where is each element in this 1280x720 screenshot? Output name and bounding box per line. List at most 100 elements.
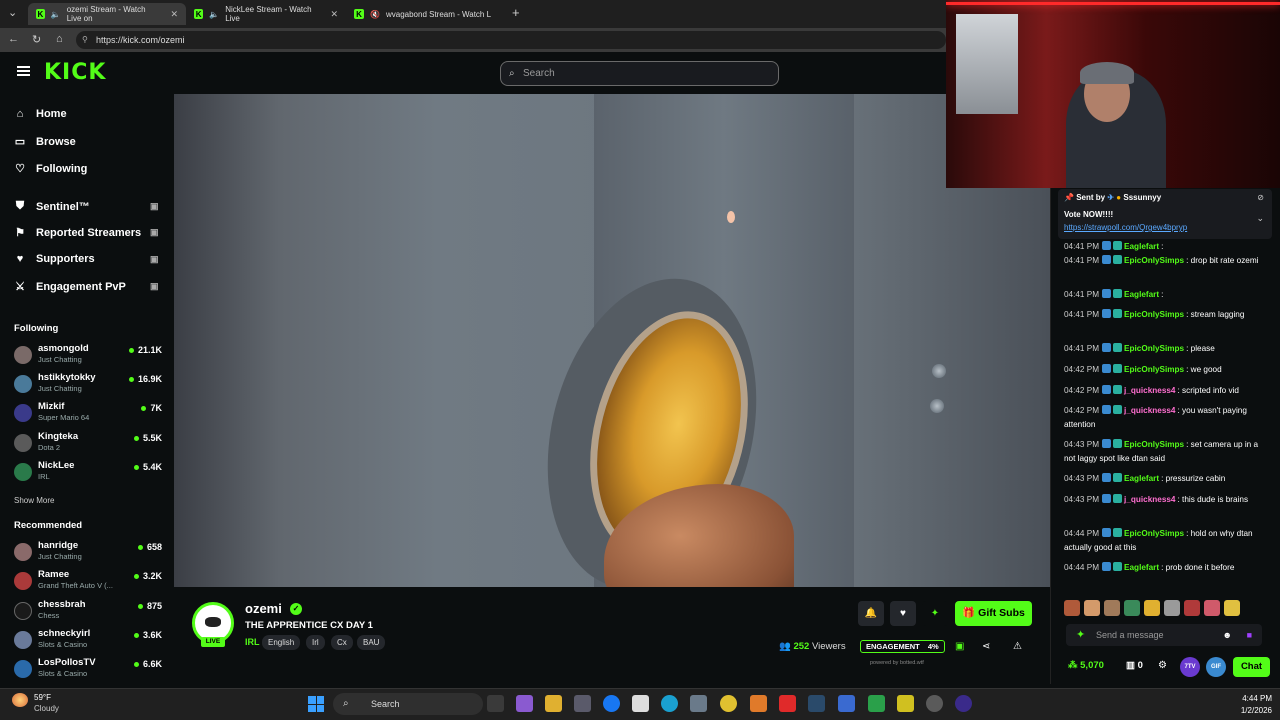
emote[interactable] bbox=[1064, 600, 1080, 616]
chat-username[interactable]: EpicOnlySimps bbox=[1124, 256, 1184, 265]
back-icon[interactable]: ← bbox=[8, 33, 19, 45]
task-view-icon[interactable] bbox=[487, 695, 504, 712]
hamburger-menu-icon[interactable] bbox=[17, 66, 30, 76]
vlc-icon[interactable] bbox=[750, 695, 767, 712]
emote[interactable] bbox=[1224, 600, 1240, 616]
app-icon[interactable] bbox=[955, 695, 972, 712]
chat-username[interactable]: EpicOnlySimps bbox=[1124, 440, 1184, 449]
channel-points[interactable]: ⁂ 5,070 bbox=[1068, 660, 1104, 671]
weather-icon[interactable] bbox=[12, 693, 28, 707]
sidebar-item-browse[interactable]: ▭ Browse bbox=[14, 135, 76, 149]
following-channel-hstikkytokky[interactable]: hstikkytokky Just Chatting 16.9K bbox=[14, 370, 164, 398]
recommended-channel-chessbrah[interactable]: chessbrah Chess 875 bbox=[14, 597, 164, 625]
xbox-icon[interactable] bbox=[868, 695, 885, 712]
notes-icon[interactable] bbox=[897, 695, 914, 712]
chat-username[interactable]: EpicOnlySimps bbox=[1124, 365, 1184, 374]
extension-icon[interactable]: ▣ bbox=[955, 641, 964, 652]
tag-english[interactable]: English bbox=[262, 635, 301, 650]
emote[interactable] bbox=[1104, 600, 1120, 616]
emote[interactable] bbox=[1164, 600, 1180, 616]
taskbar-search[interactable]: ⌕ Search bbox=[333, 693, 483, 715]
external-icon[interactable]: ▣ bbox=[150, 254, 159, 265]
close-tab-icon[interactable]: ✕ bbox=[170, 9, 178, 20]
speaker-icon[interactable]: 🔈 bbox=[51, 10, 61, 19]
following-channel-kingteka[interactable]: Kingteka Dota 2 5.5K bbox=[14, 429, 164, 457]
following-channel-nicklee[interactable]: NickLee IRL 5.4K bbox=[14, 458, 164, 486]
steam-icon[interactable] bbox=[808, 695, 825, 712]
chat-username[interactable]: j_quickness4 bbox=[1124, 386, 1175, 395]
edge-icon[interactable] bbox=[661, 695, 678, 712]
chat-message-input[interactable]: ✦ Send a message ☻ ■ bbox=[1066, 624, 1262, 646]
tag-bau[interactable]: BAU bbox=[357, 635, 386, 650]
chat-username[interactable]: EpicOnlySimps bbox=[1124, 310, 1184, 319]
chat-username[interactable]: Eaglefart bbox=[1124, 242, 1159, 251]
calculator-icon[interactable] bbox=[690, 695, 707, 712]
kick-logo[interactable]: KICK bbox=[44, 60, 106, 85]
follow-heart-button[interactable]: ♥ bbox=[890, 601, 916, 626]
chat-username[interactable]: j_quickness4 bbox=[1124, 495, 1175, 504]
boost-icon[interactable]: ✦ bbox=[922, 601, 948, 626]
taskbar-time[interactable]: 4:44 PM bbox=[1232, 694, 1272, 703]
emote[interactable] bbox=[1084, 600, 1100, 616]
url-field[interactable]: ⚲ https://kick.com/ozemi bbox=[76, 31, 946, 49]
home-icon[interactable]: ⌂ bbox=[56, 33, 63, 45]
app-icon[interactable] bbox=[838, 695, 855, 712]
report-icon[interactable]: ⚠ bbox=[1013, 641, 1022, 652]
pinned-message[interactable]: 📌 Sent by ✈ ● Sssunnyy Vote NOW!!!! http… bbox=[1058, 189, 1272, 239]
recommended-channel-schneckyirl[interactable]: schneckyirl Slots & Casino 3.6K bbox=[14, 626, 164, 654]
search-input[interactable]: ⌕ Search bbox=[500, 61, 779, 86]
windows-start-icon[interactable] bbox=[308, 696, 324, 712]
amazon-icon[interactable] bbox=[632, 695, 649, 712]
gif-icon[interactable]: GIF bbox=[1206, 657, 1226, 677]
emote[interactable] bbox=[1184, 600, 1200, 616]
obs-icon[interactable] bbox=[926, 695, 943, 712]
facebook-icon[interactable] bbox=[603, 695, 620, 712]
external-icon[interactable]: ▣ bbox=[150, 201, 159, 212]
close-tab-icon[interactable]: ✕ bbox=[330, 9, 338, 20]
emoji-icon[interactable]: ☻ bbox=[1223, 624, 1232, 646]
copilot-icon[interactable] bbox=[516, 695, 533, 712]
chat-username[interactable]: EpicOnlySimps bbox=[1124, 529, 1184, 538]
pinned-link[interactable]: https://strawpoll.com/Qrgew4bpryp bbox=[1064, 223, 1187, 232]
chrome-icon[interactable] bbox=[720, 695, 737, 712]
engagement-badge[interactable]: ENGAGEMENT 4% bbox=[860, 640, 945, 653]
gift-subs-button[interactable]: 🎁 Gift Subs bbox=[955, 601, 1032, 626]
following-channel-mizkif[interactable]: Mizkif Super Mario 64 7K bbox=[14, 399, 164, 427]
sidebar-item-sentinel[interactable]: ⛊ Sentinel™ ▣ bbox=[14, 200, 159, 213]
tag-irl[interactable]: Irl bbox=[306, 635, 325, 650]
sidebar-item-following[interactable]: ♡ Following bbox=[14, 162, 87, 176]
seventv-icon[interactable]: 7TV bbox=[1180, 657, 1200, 677]
chat-username[interactable]: Eaglefart bbox=[1124, 474, 1159, 483]
recommended-channel-hanridge[interactable]: hanridge Just Chatting 658 bbox=[14, 538, 164, 566]
tag-cx[interactable]: Cx bbox=[331, 635, 353, 650]
external-icon[interactable]: ▣ bbox=[150, 227, 159, 238]
chat-username[interactable]: Eaglefart bbox=[1124, 563, 1159, 572]
sidebar-item-supporters[interactable]: ♥ Supporters ▣ bbox=[14, 253, 159, 265]
external-icon[interactable]: ▣ bbox=[150, 281, 159, 292]
chat-username[interactable]: j_quickness4 bbox=[1124, 406, 1175, 415]
weather-temperature[interactable]: 59°F bbox=[34, 693, 51, 702]
emote[interactable] bbox=[1124, 600, 1140, 616]
emote[interactable] bbox=[1144, 600, 1160, 616]
show-more-link[interactable]: Show More bbox=[14, 496, 54, 505]
taskbar-date[interactable]: 1/2/2026 bbox=[1222, 706, 1272, 715]
new-tab-button[interactable]: + bbox=[512, 5, 520, 20]
share-icon[interactable]: ⋖ bbox=[982, 641, 990, 652]
recommended-channel-ramee[interactable]: Ramee Grand Theft Auto V (... 3.2K bbox=[14, 567, 164, 595]
redeem-count[interactable]: ▥ 0 bbox=[1126, 660, 1143, 671]
chat-send-button[interactable]: Chat bbox=[1233, 657, 1270, 677]
powered-by-text[interactable]: powered by botted.wtf bbox=[870, 660, 924, 666]
settings-gear-icon[interactable]: ⚙ bbox=[1158, 660, 1167, 671]
speaker-icon[interactable]: 🔈 bbox=[209, 10, 219, 19]
sparkle-icon[interactable]: ✦ bbox=[1076, 624, 1085, 646]
chat-username[interactable]: EpicOnlySimps bbox=[1124, 344, 1184, 353]
extension-emote-icon[interactable]: ■ bbox=[1247, 624, 1252, 646]
site-info-icon[interactable]: ⚲ bbox=[82, 31, 88, 49]
tab-nicklee[interactable]: K 🔈 NickLee Stream - Watch Live ✕ bbox=[186, 3, 346, 25]
tab-list-chevron-icon[interactable]: ⌄ bbox=[8, 6, 17, 19]
store-icon[interactable] bbox=[574, 695, 591, 712]
chevron-down-icon[interactable]: ⌄ bbox=[1256, 213, 1264, 224]
following-channel-asmongold[interactable]: asmongold Just Chatting 21.1K bbox=[14, 341, 164, 369]
sidebar-item-home[interactable]: ⌂ Home bbox=[14, 108, 67, 120]
muted-speaker-icon[interactable]: 🔇 bbox=[370, 10, 380, 19]
